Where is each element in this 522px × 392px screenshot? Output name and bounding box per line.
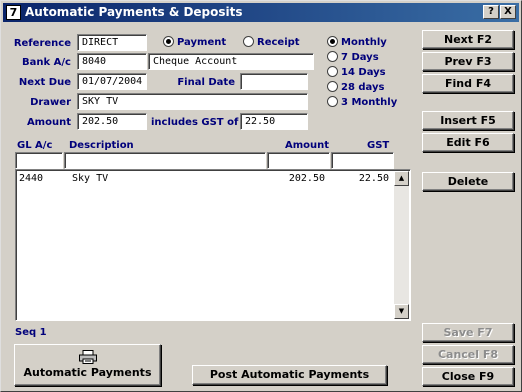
seq-label: Seq 1 xyxy=(15,327,47,338)
frequency-radio-7-days[interactable]: 7 Days xyxy=(327,51,379,65)
scroll-down-icon[interactable]: ▼ xyxy=(394,304,409,319)
help-button[interactable]: ? xyxy=(483,5,499,19)
payment-radio[interactable]: Payment xyxy=(163,36,226,50)
title-bar: 7 Automatic Payments & Deposits ? X xyxy=(3,3,519,22)
payment-lines-list[interactable]: 2440 Sky TV 202.50 22.50 ▲ ▼ xyxy=(15,169,411,321)
receipt-radio-dot xyxy=(243,36,254,47)
automatic-payments-button[interactable]: Automatic Payments xyxy=(14,344,161,386)
amount-entry-field[interactable] xyxy=(267,152,330,169)
receipt-radio[interactable]: Receipt xyxy=(243,36,300,50)
payment-radio-dot xyxy=(163,36,174,47)
frequency-label: 28 days xyxy=(341,82,385,93)
row-description: Sky TV xyxy=(72,173,109,184)
bank-name-field[interactable]: Cheque Account xyxy=(148,53,314,70)
bank-label: Bank A/c xyxy=(22,57,71,68)
automatic-payments-window: 7 Automatic Payments & Deposits ? X Refe… xyxy=(0,0,522,392)
amount-column-header: Amount xyxy=(285,140,330,151)
delete-button[interactable]: Delete xyxy=(422,172,514,191)
printer-icon xyxy=(78,350,97,364)
bank-code-field[interactable]: 8040 xyxy=(77,53,147,70)
gst-field[interactable]: 22.50 xyxy=(240,113,308,130)
automatic-payments-label: Automatic Payments xyxy=(23,366,152,379)
frequency-label: Monthly xyxy=(341,37,387,48)
drawer-field[interactable]: SKY TV xyxy=(77,93,308,110)
frequency-radio-dot xyxy=(327,66,338,77)
save-button[interactable]: Save F7 xyxy=(422,323,514,342)
amount-field[interactable]: 202.50 xyxy=(77,113,147,130)
table-row[interactable]: 2440 Sky TV 202.50 22.50 xyxy=(18,172,396,186)
frequency-radio-14-days[interactable]: 14 Days xyxy=(327,66,386,80)
next-due-field[interactable]: 01/07/2004 xyxy=(77,73,147,90)
gst-entry-field[interactable] xyxy=(331,152,394,169)
gst-label: includes GST of xyxy=(151,117,239,128)
final-date-label: Final Date xyxy=(177,77,235,88)
next-due-label: Next Due xyxy=(18,77,71,88)
app-icon[interactable]: 7 xyxy=(6,5,21,20)
frequency-radio-3-monthly[interactable]: 3 Monthly xyxy=(327,96,397,110)
frequency-label: 14 Days xyxy=(341,67,386,78)
frequency-radio-dot xyxy=(327,36,338,47)
next-button[interactable]: Next F2 xyxy=(422,30,514,49)
gst-column-header: GST xyxy=(367,140,390,151)
frequency-radio-dot xyxy=(327,96,338,107)
scroll-up-icon[interactable]: ▲ xyxy=(394,171,409,186)
window-title: Automatic Payments & Deposits xyxy=(25,5,243,19)
close-window-button[interactable]: X xyxy=(500,5,516,19)
post-automatic-payments-button[interactable]: Post Automatic Payments xyxy=(192,365,387,385)
receipt-label: Receipt xyxy=(257,37,300,48)
reference-field[interactable]: DIRECT xyxy=(77,34,147,51)
frequency-radio-monthly[interactable]: Monthly xyxy=(327,36,387,50)
row-gl: 2440 xyxy=(19,173,44,184)
edit-button[interactable]: Edit F6 xyxy=(422,133,514,152)
row-amount: 202.50 xyxy=(288,173,325,184)
row-gst: 22.50 xyxy=(358,173,389,184)
drawer-label: Drawer xyxy=(30,97,71,108)
frequency-radio-dot xyxy=(327,51,338,62)
payment-label: Payment xyxy=(177,37,227,48)
insert-button[interactable]: Insert F5 xyxy=(422,111,514,130)
description-column-header: Description xyxy=(69,140,134,151)
cancel-button[interactable]: Cancel F8 xyxy=(422,345,514,364)
reference-label: Reference xyxy=(13,38,71,49)
frequency-radio-28-days[interactable]: 28 days xyxy=(327,81,384,95)
frequency-label: 3 Monthly xyxy=(341,97,398,108)
gl-column-header: GL A/c xyxy=(17,140,53,151)
gl-entry-field[interactable] xyxy=(15,152,63,169)
frequency-radio-dot xyxy=(327,81,338,92)
prev-button[interactable]: Prev F3 xyxy=(422,52,514,71)
find-button[interactable]: Find F4 xyxy=(422,74,514,93)
close-button[interactable]: Close F9 xyxy=(422,367,514,386)
amount-label: Amount xyxy=(26,117,71,128)
final-date-field[interactable] xyxy=(240,73,308,90)
list-scrollbar[interactable]: ▲ ▼ xyxy=(394,171,409,319)
description-entry-field[interactable] xyxy=(64,152,266,169)
frequency-label: 7 Days xyxy=(341,52,379,63)
